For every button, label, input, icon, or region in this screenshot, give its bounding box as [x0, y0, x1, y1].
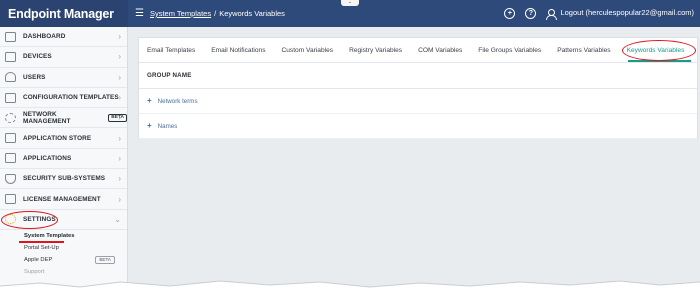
sidebar-subitem-label: System Templates: [24, 232, 75, 239]
shield-icon: [5, 173, 16, 184]
chevron-right-icon: ›: [118, 52, 121, 62]
app-store-icon: [5, 133, 16, 144]
annotation-circle: [1, 210, 58, 229]
beta-badge: BETA: [95, 255, 115, 264]
logout-label: Logout (herculespopular22@gmail.com): [560, 8, 694, 18]
sidebar-item-label: APPLICATIONS: [23, 154, 72, 162]
help-icon[interactable]: ?: [525, 8, 537, 19]
tab-file-groups-variables[interactable]: File Groups Variables: [470, 38, 549, 63]
sidebar-subitem-label: Portal Set-Up: [24, 244, 59, 251]
chevron-right-icon: ›: [118, 72, 121, 82]
tab-registry-variables[interactable]: Registry Variables: [341, 38, 410, 63]
sidebar-item-security-sub-systems[interactable]: SECURITY SUB-SYSTEMS ›: [0, 169, 127, 190]
hamburger-menu-icon[interactable]: ☰: [135, 8, 144, 19]
expand-icon[interactable]: +: [147, 97, 152, 105]
user-icon: [546, 8, 558, 20]
torn-edge-decoration: [0, 280, 700, 296]
logout-button[interactable]: Logout (herculespopular22@gmail.com): [546, 8, 694, 20]
dashboard-icon: [5, 31, 16, 42]
chevron-right-icon: ›: [118, 32, 121, 42]
group-name[interactable]: Network terms: [158, 98, 198, 105]
annotation-circle: [622, 40, 696, 61]
chevron-down-icon: ⌄: [114, 214, 121, 224]
tab-com-variables[interactable]: COM Variables: [410, 38, 470, 63]
applications-icon: [5, 153, 16, 164]
sidebar-item-devices[interactable]: DEVICES ›: [0, 47, 127, 68]
group-row[interactable]: + Network terms: [139, 89, 697, 114]
tab-custom-variables[interactable]: Custom Variables: [274, 38, 342, 63]
sidebar-item-settings[interactable]: SETTINGS ⌄: [0, 210, 127, 230]
tab-bar: Email Templates Email Notifications Cust…: [139, 38, 697, 63]
sidebar-item-application-store[interactable]: APPLICATION STORE ›: [0, 128, 127, 149]
breadcrumb: System Templates / Keywords Variables: [150, 9, 285, 18]
chevron-right-icon: ›: [118, 194, 121, 204]
sidebar-item-label: APPLICATION STORE: [23, 134, 92, 142]
sidebar-item-label: DEVICES: [23, 53, 52, 61]
config-templates-icon: [5, 92, 16, 103]
license-icon: [5, 194, 16, 205]
breadcrumb-system-templates-link[interactable]: System Templates: [150, 9, 211, 18]
sidebar-item-label: NETWORK MANAGEMENT: [23, 110, 71, 125]
sidebar-item-configuration-templates[interactable]: CONFIGURATION TEMPLATES ›: [0, 88, 127, 109]
users-icon: [5, 72, 16, 83]
column-header-group-name[interactable]: GROUP NAME: [139, 63, 697, 89]
sidebar-item-label: CONFIGURATION TEMPLATES: [23, 94, 119, 102]
sidebar: DASHBOARD › DEVICES › USERS › CONFIGURAT…: [0, 27, 128, 296]
sidebar-subitem-portal-set-up[interactable]: Portal Set-Up: [0, 242, 127, 254]
header-collapse-toggle[interactable]: ⌄: [341, 0, 359, 6]
sidebar-item-network-management[interactable]: NETWORK MANAGEMENT BETA ›: [0, 108, 127, 129]
add-device-icon[interactable]: +: [504, 8, 516, 19]
chevron-right-icon: ›: [118, 174, 121, 184]
sidebar-subitem-system-templates[interactable]: System Templates: [0, 230, 127, 243]
expand-icon[interactable]: +: [147, 122, 152, 130]
tab-email-notifications[interactable]: Email Notifications: [203, 38, 273, 63]
variables-panel: Email Templates Email Notifications Cust…: [138, 37, 698, 139]
sidebar-item-license-management[interactable]: LICENSE MANAGEMENT ›: [0, 189, 127, 210]
top-right-actions: + ? Logout (herculespopular22@gmail.com): [504, 0, 694, 27]
group-row[interactable]: + Names: [139, 114, 697, 139]
chevron-right-icon: ›: [118, 93, 121, 103]
app-title[interactable]: Endpoint Manager: [0, 0, 128, 27]
sidebar-subitem-label: Apple DEP: [24, 256, 53, 263]
group-name[interactable]: Names: [158, 123, 178, 130]
sidebar-item-label: LICENSE MANAGEMENT: [23, 195, 101, 203]
breadcrumb-current: Keywords Variables: [219, 9, 285, 18]
sidebar-subitem-apple-dep[interactable]: Apple DEP BETA: [0, 254, 127, 266]
chevron-right-icon: ›: [118, 133, 121, 143]
sidebar-item-label: SECURITY SUB-SYSTEMS: [23, 175, 106, 183]
breadcrumb-separator: /: [214, 9, 217, 18]
tab-patterns-variables[interactable]: Patterns Variables: [549, 38, 618, 63]
chevron-right-icon: ›: [118, 113, 121, 123]
sidebar-item-users[interactable]: USERS ›: [0, 68, 127, 88]
sidebar-subitem-label: Support: [24, 268, 45, 275]
sidebar-item-label: DASHBOARD: [23, 33, 66, 41]
devices-icon: [5, 51, 16, 62]
sidebar-item-label: USERS: [23, 73, 46, 81]
chevron-right-icon: ›: [118, 153, 121, 163]
sidebar-item-dashboard[interactable]: DASHBOARD ›: [0, 27, 127, 48]
sidebar-item-applications[interactable]: APPLICATIONS ›: [0, 149, 127, 170]
tab-email-templates[interactable]: Email Templates: [139, 38, 203, 63]
network-icon: [5, 112, 16, 123]
